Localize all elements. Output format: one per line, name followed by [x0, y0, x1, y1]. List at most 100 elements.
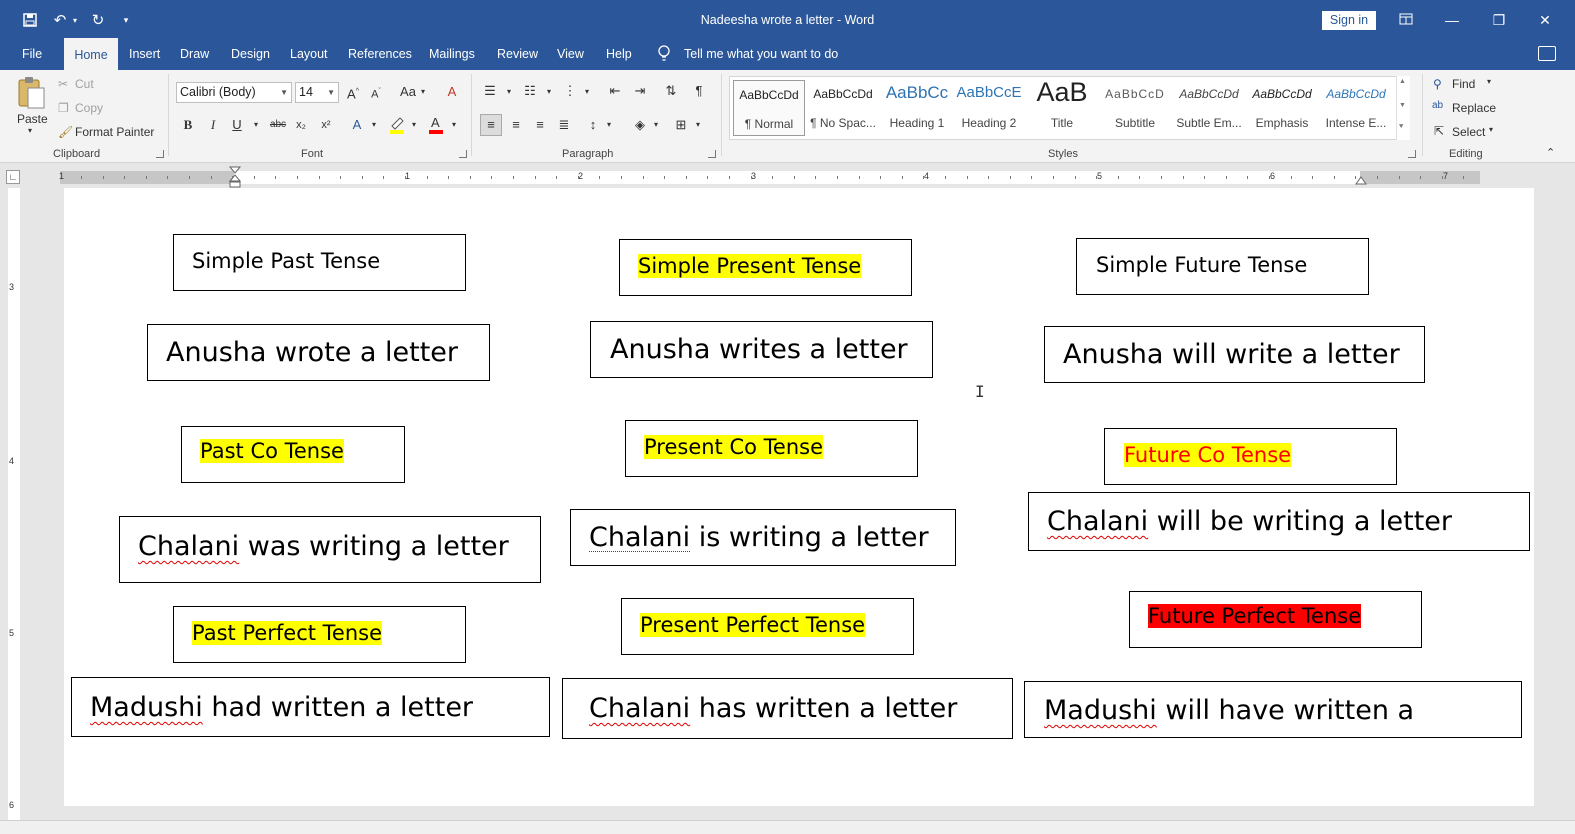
grow-font-icon[interactable]: A^: [346, 83, 360, 103]
format-painter-icon[interactable]: 🖌: [58, 125, 73, 139]
format-painter-button[interactable]: Format Painter: [75, 125, 154, 139]
clipboard-launcher-icon[interactable]: [156, 150, 164, 158]
tab-view[interactable]: View: [557, 47, 584, 61]
bullets-icon[interactable]: ☰: [481, 82, 499, 100]
paragraph-launcher-icon[interactable]: [708, 150, 716, 158]
ribbon-display-options-icon[interactable]: [1394, 8, 1418, 32]
tab-home[interactable]: Home: [64, 38, 118, 70]
subscript-icon[interactable]: x₂: [293, 116, 309, 134]
textbox-future-continuous[interactable]: Future Co Tense: [1104, 428, 1397, 485]
collapse-ribbon-icon[interactable]: ⌃: [1546, 146, 1555, 159]
textbox-sentence-present-perfect[interactable]: Chalani has written a letter: [562, 678, 1013, 739]
chevron-down-icon[interactable]: ▾: [545, 83, 553, 101]
tab-file[interactable]: File: [22, 47, 42, 61]
style-subtle-emphasis[interactable]: AaBbCcDd Subtle Em...: [1173, 80, 1245, 136]
decrease-indent-icon[interactable]: ⇤: [606, 82, 624, 100]
style-subtitle[interactable]: AaBbCcD Subtitle: [1099, 80, 1171, 136]
ruler-track[interactable]: [60, 171, 1480, 184]
superscript-icon[interactable]: x²: [318, 116, 334, 134]
align-center-icon[interactable]: ≡: [507, 116, 525, 134]
cut-icon[interactable]: ✂: [58, 77, 68, 91]
chevron-down-icon[interactable]: ▾: [1487, 77, 1491, 86]
tab-mailings[interactable]: Mailings: [429, 47, 475, 61]
increase-indent-icon[interactable]: ⇥: [631, 82, 649, 100]
clear-formatting-icon[interactable]: A: [444, 83, 460, 101]
tab-draw[interactable]: Draw: [180, 47, 209, 61]
textbox-simple-present[interactable]: Simple Present Tense: [619, 239, 912, 296]
select-icon[interactable]: ⇱: [1434, 124, 1444, 138]
textbox-past-continuous[interactable]: Past Co Tense: [181, 426, 405, 483]
shrink-font-icon[interactable]: Aˇ: [369, 83, 383, 104]
chevron-down-icon[interactable]: ▾: [370, 116, 378, 134]
restore-icon[interactable]: ❐: [1487, 8, 1511, 32]
right-indent-marker-icon[interactable]: [1355, 172, 1367, 186]
find-icon[interactable]: ⚲: [1433, 77, 1442, 91]
show-formatting-marks-icon[interactable]: ¶: [690, 82, 708, 100]
text-effects-icon[interactable]: A: [349, 116, 365, 134]
multilevel-list-icon[interactable]: ⋮: [561, 82, 579, 100]
copy-icon[interactable]: ❐: [58, 101, 69, 115]
replace-icon[interactable]: ab: [1432, 100, 1443, 111]
chevron-down-icon[interactable]: ▾: [694, 116, 702, 134]
chevron-down-icon[interactable]: ▾: [605, 116, 613, 134]
borders-icon[interactable]: ⊞: [672, 116, 690, 134]
chevron-down-icon[interactable]: ▾: [410, 116, 418, 134]
tab-selector-icon[interactable]: ∟: [6, 170, 20, 184]
textbox-simple-future[interactable]: Simple Future Tense: [1076, 238, 1369, 295]
shading-icon[interactable]: ◈: [631, 116, 649, 134]
numbering-icon[interactable]: ☷: [521, 82, 539, 100]
cut-button[interactable]: Cut: [75, 77, 94, 91]
chevron-down-icon[interactable]: ▾: [505, 83, 513, 101]
line-spacing-icon[interactable]: ↕: [584, 116, 602, 134]
more-styles-icon[interactable]: ⯆: [1398, 122, 1404, 132]
styles-launcher-icon[interactable]: [1408, 150, 1416, 158]
textbox-sentence-future-continuous[interactable]: Chalani will be writing a letter: [1028, 492, 1530, 551]
paste-dropdown-icon[interactable]: ▾: [28, 126, 32, 135]
paste-button[interactable]: Paste: [17, 112, 48, 126]
copy-button[interactable]: Copy: [75, 101, 103, 115]
style-heading-2[interactable]: AaBbCcE Heading 2: [953, 80, 1025, 136]
replace-button[interactable]: Replace: [1452, 101, 1496, 115]
textbox-sentence-future-perfect[interactable]: Madushi will have written a: [1024, 681, 1522, 738]
font-size-field[interactable]: 14 ▼: [295, 82, 339, 103]
style-emphasis[interactable]: AaBbCcDd Emphasis: [1246, 80, 1318, 136]
sort-icon[interactable]: ⇅: [662, 82, 680, 100]
tab-insert[interactable]: Insert: [129, 47, 160, 61]
sign-in-button[interactable]: Sign in: [1322, 11, 1376, 30]
textbox-sentence-present-continuous[interactable]: Chalani is writing a letter: [570, 509, 956, 566]
chevron-down-icon[interactable]: ▾: [450, 116, 458, 134]
textbox-sentence-past-continuous[interactable]: Chalani was writing a letter: [119, 516, 541, 583]
justify-icon[interactable]: ≣: [555, 116, 573, 134]
style-title[interactable]: AaB Title: [1026, 77, 1098, 136]
align-left-icon[interactable]: ≡: [480, 114, 502, 136]
tell-me-search[interactable]: Tell me what you want to do: [684, 47, 838, 61]
styles-gallery-scroll[interactable]: ▲ ▼ ⯆: [1396, 76, 1410, 140]
tab-references[interactable]: References: [348, 47, 412, 61]
textbox-sentence-past[interactable]: Anusha wrote a letter: [147, 324, 490, 381]
chevron-down-icon[interactable]: ▾: [583, 83, 591, 101]
style-no-spacing[interactable]: AaBbCcDd ¶ No Spac...: [807, 80, 879, 136]
style-normal[interactable]: AaBbCcDd ¶ Normal: [733, 80, 805, 136]
indent-marker-icon[interactable]: [228, 166, 242, 188]
textbox-sentence-present[interactable]: Anusha writes a letter: [590, 321, 933, 378]
change-case-icon[interactable]: Aa: [398, 83, 418, 101]
textbox-simple-past[interactable]: Simple Past Tense: [173, 234, 466, 291]
tab-layout[interactable]: Layout: [290, 47, 328, 61]
font-color-icon[interactable]: A: [428, 114, 444, 139]
close-icon[interactable]: ✕: [1533, 8, 1557, 32]
find-button[interactable]: Find: [1452, 77, 1475, 91]
font-name-field[interactable]: Calibri (Body) ▼: [176, 82, 292, 103]
tab-review[interactable]: Review: [497, 47, 538, 61]
style-heading-1[interactable]: AaBbCc Heading 1: [881, 80, 953, 136]
tab-design[interactable]: Design: [231, 47, 270, 61]
font-launcher-icon[interactable]: [459, 150, 467, 158]
textbox-past-perfect[interactable]: Past Perfect Tense: [173, 606, 466, 663]
textbox-sentence-past-perfect[interactable]: Madushi had written a letter: [71, 677, 550, 737]
minimize-icon[interactable]: —: [1440, 8, 1464, 32]
italic-icon[interactable]: I: [206, 116, 220, 134]
textbox-present-perfect[interactable]: Present Perfect Tense: [621, 598, 914, 655]
paste-icon[interactable]: [16, 76, 46, 110]
select-button[interactable]: Select: [1452, 125, 1485, 139]
chevron-down-icon[interactable]: ▾: [652, 116, 660, 134]
chevron-down-icon[interactable]: ▼: [1399, 102, 1406, 109]
